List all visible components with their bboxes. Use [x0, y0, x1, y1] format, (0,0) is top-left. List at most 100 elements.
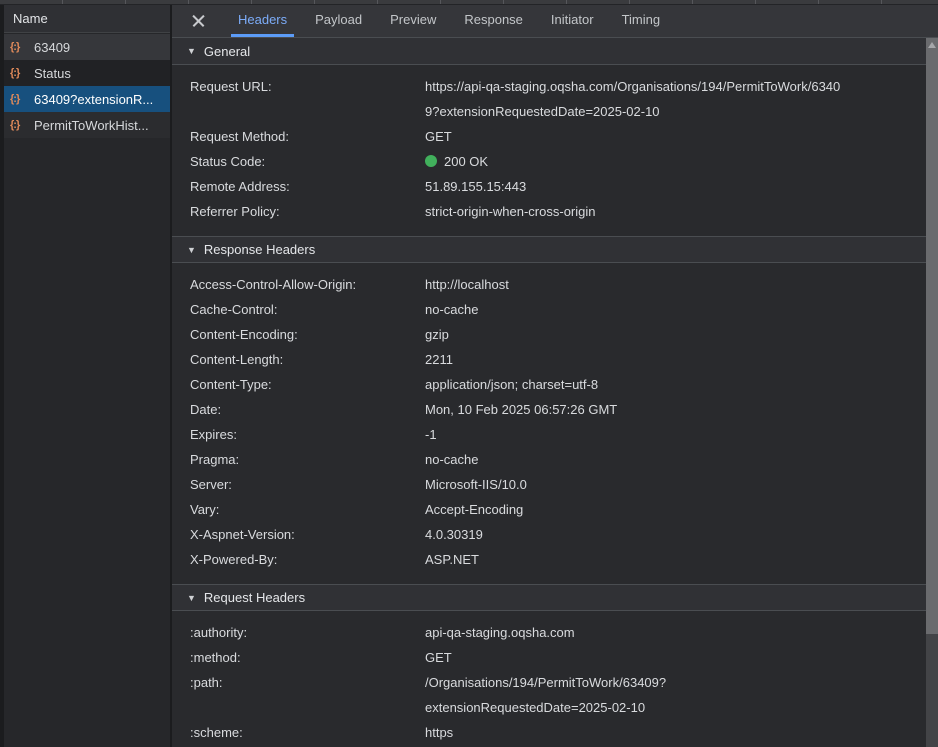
header-value: 2211	[425, 347, 926, 372]
header-row: Request URL: https://api-qa-staging.oqsh…	[172, 74, 926, 124]
header-name: :method:	[172, 645, 425, 670]
status-ok-dot	[425, 155, 437, 167]
header-name: Content-Encoding:	[172, 322, 425, 347]
section-header-request-headers[interactable]: ▼ Request Headers	[172, 584, 926, 611]
scrollbar-thumb[interactable]	[926, 38, 938, 634]
header-value: -1	[425, 422, 926, 447]
header-value: GET	[425, 645, 926, 670]
header-value: api-qa-staging.oqsha.com	[425, 620, 926, 645]
request-details-pane: Headers Payload Preview Response Initiat…	[172, 0, 938, 747]
tab-response[interactable]: Response	[459, 4, 528, 38]
header-row: :scheme: https	[172, 720, 926, 745]
header-value: GET	[425, 124, 926, 149]
tab-timing[interactable]: Timing	[617, 4, 666, 38]
header-row: Server: Microsoft-IIS/10.0	[172, 472, 926, 497]
header-name: Server:	[172, 472, 425, 497]
section-title: General	[204, 44, 250, 59]
header-row: Vary: Accept-Encoding	[172, 497, 926, 522]
header-name: Pragma:	[172, 447, 425, 472]
collapse-triangle-icon: ▼	[187, 46, 196, 56]
response-headers-rows: Access-Control-Allow-Origin: http://loca…	[172, 263, 926, 584]
header-value: no-cache	[425, 447, 926, 472]
header-row: Date: Mon, 10 Feb 2025 06:57:26 GMT	[172, 397, 926, 422]
collapse-triangle-icon: ▼	[187, 593, 196, 603]
network-timeline-strip	[0, 0, 938, 5]
header-value: https://api-qa-staging.oqsha.com/Organis…	[425, 74, 926, 124]
header-value: Mon, 10 Feb 2025 06:57:26 GMT	[425, 397, 926, 422]
json-file-icon: {:}	[10, 93, 30, 105]
request-item-permittoworkhistory[interactable]: {:} PermitToWorkHist...	[4, 112, 170, 138]
header-value: 200 OK	[425, 149, 926, 174]
json-file-icon: {:}	[10, 67, 30, 79]
header-row: :method: GET	[172, 645, 926, 670]
header-value: 4.0.30319	[425, 522, 926, 547]
headers-content: ▼ General Request URL: https://api-qa-st…	[172, 38, 926, 747]
header-row: Expires: -1	[172, 422, 926, 447]
header-value: Microsoft-IIS/10.0	[425, 472, 926, 497]
header-row: Content-Length: 2211	[172, 347, 926, 372]
header-name: X-Aspnet-Version:	[172, 522, 425, 547]
collapse-triangle-icon: ▼	[187, 245, 196, 255]
header-name: Request URL:	[172, 74, 425, 124]
section-header-response-headers[interactable]: ▼ Response Headers	[172, 236, 926, 263]
window-left-edge	[0, 0, 4, 747]
header-name: Remote Address:	[172, 174, 425, 199]
scroll-up-arrow-icon[interactable]	[928, 42, 936, 48]
header-value: 51.89.155.15:443	[425, 174, 926, 199]
header-row: :authority: api-qa-staging.oqsha.com	[172, 620, 926, 645]
header-value: http://localhost	[425, 272, 926, 297]
vertical-scrollbar[interactable]	[926, 38, 938, 747]
header-row: Content-Encoding: gzip	[172, 322, 926, 347]
header-row: Status Code: 200 OK	[172, 149, 926, 174]
request-item-label: 63409	[34, 40, 70, 55]
header-name: Content-Type:	[172, 372, 425, 397]
header-row: Cache-Control: no-cache	[172, 297, 926, 322]
header-name: Content-Length:	[172, 347, 425, 372]
header-row: X-Powered-By: ASP.NET	[172, 547, 926, 572]
name-column-header[interactable]: Name	[4, 5, 170, 33]
header-value: /Organisations/194/PermitToWork/63409? e…	[425, 670, 926, 720]
section-title: Request Headers	[204, 590, 305, 605]
header-name: Access-Control-Allow-Origin:	[172, 272, 425, 297]
header-row: Pragma: no-cache	[172, 447, 926, 472]
request-item-63409[interactable]: {:} 63409	[4, 34, 170, 60]
general-rows: Request URL: https://api-qa-staging.oqsh…	[172, 65, 926, 236]
network-request-list: Name {:} 63409 {:} Status {:} 63409?exte…	[4, 0, 170, 747]
header-name: :scheme:	[172, 720, 425, 745]
header-name: Status Code:	[172, 149, 425, 174]
header-name: Cache-Control:	[172, 297, 425, 322]
header-row: Request Method: GET	[172, 124, 926, 149]
header-name: :path:	[172, 670, 425, 720]
request-item-label: Status	[34, 66, 71, 81]
json-file-icon: {:}	[10, 41, 30, 53]
header-value: ASP.NET	[425, 547, 926, 572]
header-name: Vary:	[172, 497, 425, 522]
section-header-general[interactable]: ▼ General	[172, 38, 926, 65]
header-value: strict-origin-when-cross-origin	[425, 199, 926, 224]
header-name: Date:	[172, 397, 425, 422]
request-item-63409-extension-selected[interactable]: {:} 63409?extensionR...	[4, 86, 170, 112]
request-item-label: 63409?extensionR...	[34, 92, 153, 107]
status-code-text: 200 OK	[444, 154, 488, 169]
request-headers-rows: :authority: api-qa-staging.oqsha.com :me…	[172, 611, 926, 747]
header-value: Accept-Encoding	[425, 497, 926, 522]
request-item-label: PermitToWorkHist...	[34, 118, 149, 133]
header-name: :authority:	[172, 620, 425, 645]
details-tab-bar: Headers Payload Preview Response Initiat…	[172, 0, 938, 38]
header-row: Content-Type: application/json; charset=…	[172, 372, 926, 397]
header-name: Request Method:	[172, 124, 425, 149]
tab-preview[interactable]: Preview	[385, 4, 441, 38]
header-value: application/json; charset=utf-8	[425, 372, 926, 397]
header-name: Referrer Policy:	[172, 199, 425, 224]
header-row: Remote Address: 51.89.155.15:443	[172, 174, 926, 199]
header-value: https	[425, 720, 926, 745]
tab-headers[interactable]: Headers	[233, 4, 292, 38]
section-title: Response Headers	[204, 242, 315, 257]
close-icon[interactable]	[188, 6, 210, 36]
tab-payload[interactable]: Payload	[310, 4, 367, 38]
header-value: no-cache	[425, 297, 926, 322]
header-value: gzip	[425, 322, 926, 347]
header-row: X-Aspnet-Version: 4.0.30319	[172, 522, 926, 547]
request-item-status[interactable]: {:} Status	[4, 60, 170, 86]
tab-initiator[interactable]: Initiator	[546, 4, 599, 38]
